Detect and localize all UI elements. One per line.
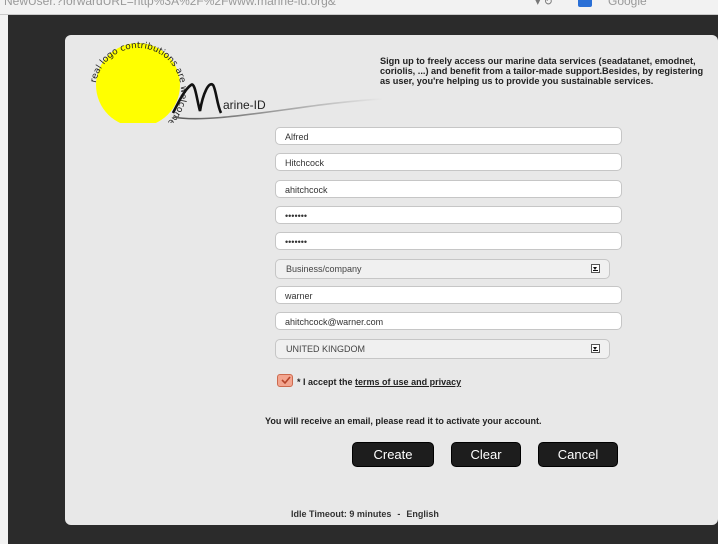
create-button[interactable]: Create <box>353 443 433 466</box>
email-field[interactable]: ahitchcock@warner.com <box>275 312 622 330</box>
organisation-type-select[interactable]: Business/company <box>275 259 610 279</box>
country-select[interactable]: UNITED KINGDOM <box>275 339 610 359</box>
password-field[interactable]: ••••••• <box>275 206 622 224</box>
activation-notice: You will receive an email, please read i… <box>265 416 542 426</box>
organisation-field[interactable]: warner <box>275 286 622 304</box>
language-link[interactable]: English <box>406 509 439 519</box>
chevron-down-icon[interactable] <box>591 344 600 353</box>
terms-checkbox[interactable] <box>277 374 293 387</box>
chevron-down-icon[interactable] <box>591 264 600 273</box>
footer-separator: - <box>397 509 401 519</box>
page-left-strip <box>0 15 8 544</box>
checkmark-icon <box>281 376 291 385</box>
username-field[interactable]: ahitchcock <box>275 180 622 198</box>
terms-label: * I accept the terms of use and privacy <box>297 377 461 387</box>
idle-timeout-text: Idle Timeout: 9 minutes <box>291 509 392 519</box>
reload-dropdown-icon[interactable]: ▾ ↻ <box>535 0 553 8</box>
address-bar[interactable]: NewUser.?forwardURL=http%3A%2F%2Fwww.mar… <box>4 0 336 8</box>
search-engine-icon[interactable] <box>578 0 592 7</box>
browser-toolbar: NewUser.?forwardURL=http%3A%2F%2Fwww.mar… <box>0 0 718 15</box>
signup-dialog: real logo contributions are welcome ! ar… <box>65 35 718 525</box>
last-name-field[interactable]: Hitchcock <box>275 153 622 171</box>
footer: Idle Timeout: 9 minutes - English <box>291 509 439 519</box>
terms-link[interactable]: terms of use and privacy <box>355 377 461 387</box>
clear-button[interactable]: Clear <box>452 443 520 466</box>
terms-prefix: * I accept the <box>297 377 353 387</box>
password-confirm-field[interactable]: ••••••• <box>275 232 622 250</box>
first-name-field[interactable]: Alfred <box>275 127 622 145</box>
cancel-button[interactable]: Cancel <box>539 443 617 466</box>
organisation-type-value: Business/company <box>286 264 362 274</box>
logo-brand-text: arine-ID <box>223 98 266 112</box>
country-value: UNITED KINGDOM <box>286 344 366 354</box>
search-engine-input[interactable]: Google <box>608 0 647 8</box>
intro-text: Sign up to freely access our marine data… <box>380 56 704 86</box>
